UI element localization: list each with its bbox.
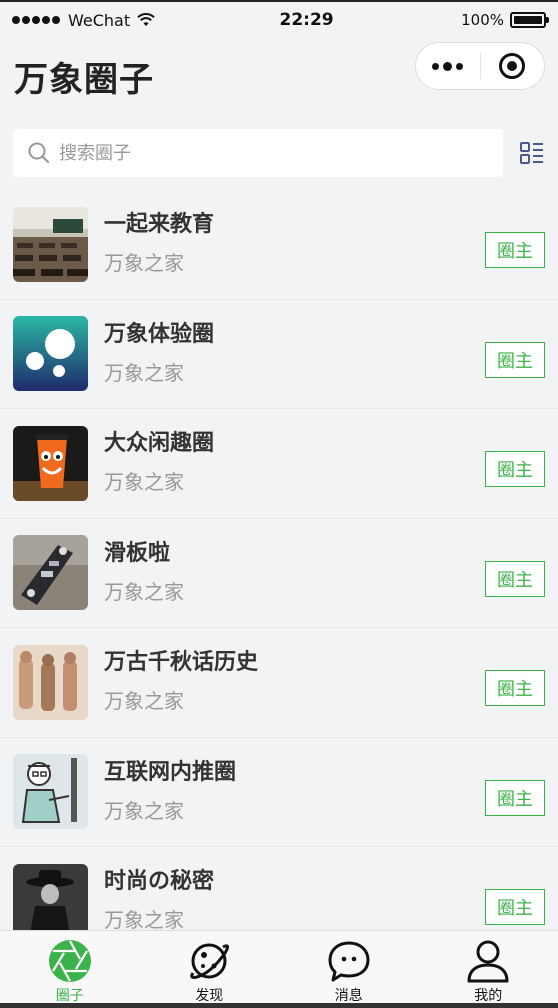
person-icon [467, 940, 509, 983]
owner-badge: 圈主 [485, 341, 545, 378]
circle-subtitle: 万象之家 [104, 798, 184, 823]
list-item[interactable]: 万象体验圈 万象之家 圈主 [0, 300, 558, 409]
circle-subtitle: 万象之家 [104, 908, 184, 930]
owner-badge: 圈主 [485, 670, 545, 707]
circle-subtitle: 万象之家 [104, 251, 184, 276]
owner-badge: 圈主 [485, 451, 545, 488]
signal-strength-icon [12, 16, 60, 24]
battery-percent: 100% [461, 11, 504, 29]
tab-profile[interactable]: 我的 [419, 931, 558, 1008]
item-text: 万象体验圈 万象之家 [104, 321, 545, 387]
tab-label: 发现 [195, 988, 224, 1004]
owner-badge: 圈主 [485, 889, 545, 926]
circle-name: 万象体验圈 [104, 321, 215, 347]
owner-badge: 圈主 [485, 779, 545, 816]
circle-avatar [13, 863, 88, 930]
search-box[interactable] [13, 129, 503, 177]
battery-icon [510, 12, 549, 28]
item-text: 万古千秋话历史 万象之家 [104, 649, 545, 715]
circle-subtitle: 万象之家 [104, 689, 184, 714]
aperture-icon [48, 940, 91, 982]
bottom-tab-bar: 圈子 发现 消息 我的 [0, 930, 558, 1008]
circle-list: 一起来教育 万象之家 圈主 万象体验圈 万象之家 圈主 大众闲趣圈 万象之家 圈… [0, 190, 558, 930]
bottom-edge [0, 1003, 558, 1008]
status-right: 100% [461, 11, 549, 29]
circle-avatar [13, 316, 88, 392]
circle-avatar [13, 644, 88, 720]
planet-icon [190, 943, 230, 979]
circle-name: 万古千秋话历史 [104, 650, 259, 676]
item-text: 一起来教育 万象之家 [104, 211, 545, 277]
tab-label: 圈子 [55, 988, 84, 1004]
more-options-icon[interactable] [416, 61, 480, 71]
carrier-name: WeChat [68, 10, 131, 30]
list-item[interactable]: 大众闲趣圈 万象之家 圈主 [0, 409, 558, 519]
list-item[interactable]: 万古千秋话历史 万象之家 圈主 [0, 628, 558, 738]
search-icon [28, 142, 50, 164]
circle-avatar [13, 425, 88, 501]
tab-label: 我的 [474, 988, 503, 1004]
circle-name: 一起来教育 [104, 212, 215, 238]
list-item[interactable]: 时尚の秘密 万象之家 圈主 [0, 847, 558, 930]
circle-name: 滑板啦 [104, 540, 171, 566]
close-mini-program-icon[interactable] [481, 53, 545, 79]
chat-bubble-icon [328, 941, 370, 982]
owner-badge: 圈主 [485, 560, 545, 597]
circle-avatar [13, 535, 88, 611]
list-item[interactable]: 互联网内推圈 万象之家 圈主 [0, 738, 558, 847]
circle-subtitle: 万象之家 [104, 579, 184, 604]
circle-avatar [13, 754, 88, 830]
item-text: 大众闲趣圈 万象之家 [104, 430, 545, 496]
owner-badge: 圈主 [485, 232, 545, 269]
tab-messages[interactable]: 消息 [279, 931, 419, 1008]
circle-subtitle: 万象之家 [104, 360, 184, 385]
circle-name: 互联网内推圈 [104, 759, 237, 785]
search-row [0, 128, 558, 178]
tab-discover[interactable]: 发现 [140, 931, 280, 1008]
list-item[interactable]: 滑板啦 万象之家 圈主 [0, 519, 558, 628]
status-bar: WeChat 22:29 100% [0, 0, 558, 38]
circle-name: 时尚の秘密 [104, 869, 215, 895]
page-title: 万象圈子 [14, 59, 154, 100]
mini-program-capsule [415, 42, 545, 90]
status-time: 22:29 [279, 10, 334, 30]
tab-label: 消息 [334, 988, 363, 1004]
circle-avatar [13, 206, 88, 282]
item-text: 互联网内推圈 万象之家 [104, 759, 545, 825]
list-view-icon[interactable] [519, 140, 545, 166]
page-header: 万象圈子 [0, 38, 558, 114]
circle-name: 大众闲趣圈 [104, 431, 215, 457]
circle-subtitle: 万象之家 [104, 470, 184, 495]
search-input[interactable] [59, 142, 459, 164]
item-text: 时尚の秘密 万象之家 [104, 868, 545, 930]
tab-circles[interactable]: 圈子 [0, 931, 140, 1008]
item-text: 滑板啦 万象之家 [104, 540, 545, 606]
list-item[interactable]: 一起来教育 万象之家 圈主 [0, 190, 558, 300]
